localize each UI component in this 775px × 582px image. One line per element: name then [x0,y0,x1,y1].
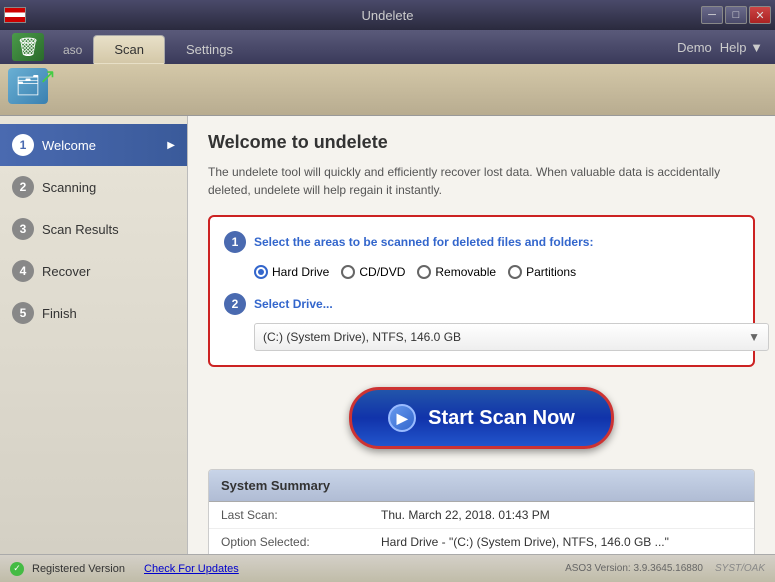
app-icon: 🗂 ↗ [8,68,52,112]
start-scan-button[interactable]: ▶ Start Scan Now [349,387,614,449]
sidebar-item-finish[interactable]: 5 Finish [0,292,187,334]
summary-key-0: Last Scan: [209,502,369,529]
sidebar-num-1: 1 [12,134,34,156]
main-layout: 1 Welcome ▶ 2 Scanning 3 Scan Results 4 … [0,116,775,554]
version-label: ASO3 Version: 3.9.3645.16880 [565,563,703,574]
page-description: The undelete tool will quickly and effic… [208,163,755,199]
logo-icon: 🗑 [12,33,44,61]
help-menu[interactable]: Help ▼ [720,40,763,55]
tab-settings[interactable]: Settings [165,35,254,64]
sidebar-item-scanning[interactable]: 2 Scanning [0,166,187,208]
sidebar-num-5: 5 [12,302,34,324]
maximize-button[interactable]: □ [725,6,747,24]
radio-label-partitions: Partitions [526,265,576,279]
sidebar-num-3: 3 [12,218,34,240]
summary-val-0: Thu. March 22, 2018. 01:43 PM [369,502,754,529]
step2-number: 2 [224,293,246,315]
radio-label-removable: Removable [435,265,496,279]
title-bar: Undelete ─ □ ✕ [0,0,775,30]
sidebar-label-finish: Finish [42,306,77,321]
table-row: Last Scan: Thu. March 22, 2018. 01:43 PM [209,502,754,529]
systool-logo: SYST/OAK [715,563,765,574]
menu-bar: 🗑 aso Scan Settings Demo Help ▼ [0,30,775,64]
app-header: 🗂 ↗ [0,64,775,116]
sidebar-label-recover: Recover [42,264,90,279]
summary-val-1: Hard Drive - "(C:) (System Drive), NTFS,… [369,529,754,555]
sidebar-num-2: 2 [12,176,34,198]
radio-group: Hard Drive CD/DVD Removable Partitions [254,265,739,279]
drive-select-row: (C:) (System Drive), NTFS, 146.0 GB ▼ [254,323,769,351]
menu-right: Demo Help ▼ [669,30,771,64]
aso-label: aso [52,36,93,64]
menu-tabs: aso Scan Settings [52,30,669,64]
summary-table: Last Scan: Thu. March 22, 2018. 01:43 PM… [209,502,754,554]
registered-label: Registered Version [32,563,125,575]
scan-options-box: 1 Select the areas to be scanned for del… [208,215,755,367]
sidebar-item-welcome[interactable]: 1 Welcome ▶ [0,124,187,166]
app-logo: 🗑 [4,30,52,64]
sidebar-num-4: 4 [12,260,34,282]
radio-hard-drive[interactable]: Hard Drive [254,265,329,279]
app-title: Undelete [361,8,413,23]
minimize-button[interactable]: ─ [701,6,723,24]
drive-value: (C:) (System Drive), NTFS, 146.0 GB [263,330,461,344]
start-scan-label: Start Scan Now [428,407,575,430]
registered-icon: ✓ [10,562,24,576]
radio-circle-hard-drive [254,265,268,279]
scan-button-container: ▶ Start Scan Now [208,387,755,449]
content-area: Welcome to undelete The undelete tool wi… [188,116,775,554]
close-button[interactable]: ✕ [749,6,771,24]
status-bar: ✓ Registered Version Check For Updates A… [0,554,775,582]
radio-label-cddvd: CD/DVD [359,265,405,279]
page-title: Welcome to undelete [208,132,755,153]
sidebar-item-scan-results[interactable]: 3 Scan Results [0,208,187,250]
radio-cddvd[interactable]: CD/DVD [341,265,405,279]
system-summary-box: System Summary Last Scan: Thu. March 22,… [208,469,755,554]
radio-removable[interactable]: Removable [417,265,496,279]
flag-icon [4,7,26,23]
radio-partitions[interactable]: Partitions [508,265,576,279]
sidebar-arrow-welcome: ▶ [167,140,175,151]
window-controls: ─ □ ✕ [701,6,771,24]
summary-key-1: Option Selected: [209,529,369,555]
radio-circle-cddvd [341,265,355,279]
demo-menu[interactable]: Demo [677,40,712,55]
radio-circle-removable [417,265,431,279]
tab-scan[interactable]: Scan [93,35,165,64]
step1-number: 1 [224,231,246,253]
green-arrow-icon: ↗ [39,64,56,89]
check-updates-link[interactable]: Check For Updates [144,563,239,575]
sidebar-item-recover[interactable]: 4 Recover [0,250,187,292]
step1-label: Select the areas to be scanned for delet… [254,235,593,249]
sidebar-label-scanning: Scanning [42,180,96,195]
sidebar-label-welcome: Welcome [42,138,96,153]
sidebar: 1 Welcome ▶ 2 Scanning 3 Scan Results 4 … [0,116,188,554]
sidebar-label-scan-results: Scan Results [42,222,119,237]
play-icon: ▶ [388,404,416,432]
step1-row: 1 Select the areas to be scanned for del… [224,231,739,253]
status-left: ✓ Registered Version Check For Updates [10,562,239,576]
radio-label-hard-drive: Hard Drive [272,265,329,279]
status-right: ASO3 Version: 3.9.3645.16880 SYST/OAK [565,563,765,574]
drive-dropdown[interactable]: (C:) (System Drive), NTFS, 146.0 GB ▼ [254,323,769,351]
dropdown-arrow-icon: ▼ [748,330,760,344]
step2-label: Select Drive... [254,297,333,311]
table-row: Option Selected: Hard Drive - "(C:) (Sys… [209,529,754,555]
radio-circle-partitions [508,265,522,279]
summary-header: System Summary [209,470,754,502]
step2-row: 2 Select Drive... [224,293,739,315]
